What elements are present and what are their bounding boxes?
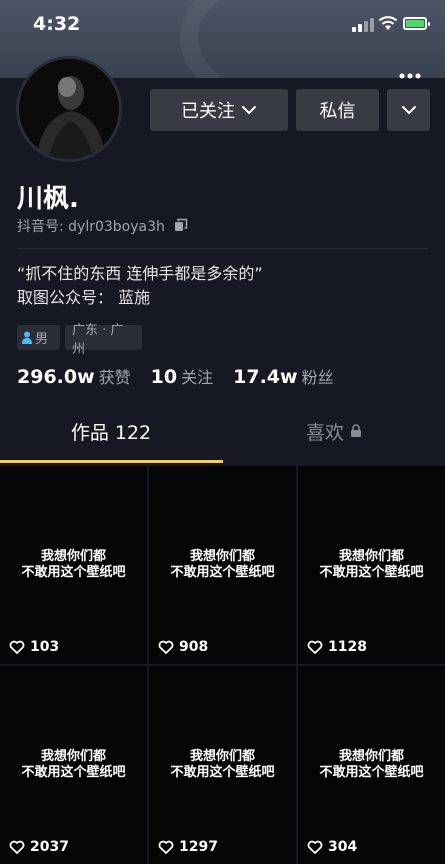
status-bar: 4:32 [0,0,445,48]
avatar-photo-icon [19,59,119,159]
tab-likes[interactable]: 喜欢 [223,418,445,464]
heart-icon [158,840,174,854]
video-like-count: 2037 [9,838,69,856]
video-thumbnail[interactable]: 我想你们都 不敢用这个壁纸吧 908 [149,466,296,664]
lock-icon [351,424,361,437]
chevron-down-icon [401,106,416,115]
followers-label[interactable]: 粉丝 [302,364,334,388]
gender-tag: 男 [17,325,60,350]
heart-icon [9,840,25,854]
video-like-count: 1297 [158,838,218,856]
divider [17,248,428,249]
location-label: 广东 · 广州 [72,322,124,357]
heart-icon [9,640,25,654]
video-thumbnail[interactable]: 我想你们都 不敢用这个壁纸吧 2037 [0,666,147,864]
bio: “抓不住的东西 连伸手都是多余的” 取图公众号： 蓝施 [17,262,263,310]
following-count[interactable]: 10 [151,366,177,388]
following-button[interactable]: 已关注 [150,89,288,131]
gender-label: 男 [35,332,49,347]
tab-active-indicator [0,460,223,463]
tab-works[interactable]: 作品 122 [0,418,222,464]
followers-count[interactable]: 17.4w [233,366,297,388]
nickname: 川枫. [17,184,79,214]
male-person-icon [22,331,32,344]
stats-row: 296.0w 获赞 10 关注 17.4w 粉丝 [17,364,354,390]
avatar[interactable] [16,56,122,162]
heart-icon [307,840,323,854]
battery-icon [403,17,430,30]
douyin-id: 抖音号: dylr03boya3h [17,219,165,235]
message-button[interactable]: 私信 [296,89,379,131]
cellular-signal-icon [352,18,374,32]
bio-line: 取图公众号： 蓝施 [17,288,151,307]
video-thumbnail[interactable]: 我想你们都 不敢用这个壁纸吧 103 [0,466,147,664]
following-button-label: 已关注 [181,101,235,122]
video-like-count: 103 [9,638,59,656]
video-like-count: 1128 [307,638,367,656]
video-like-count: 908 [158,638,208,656]
location-tag: 广东 · 广州 [65,323,142,357]
chevron-down-icon [242,106,256,115]
video-caption: 我想你们都 不敢用这个壁纸吧 [21,749,126,780]
status-time: 4:32 [33,13,81,35]
following-label[interactable]: 关注 [181,364,213,388]
heart-icon [307,640,323,654]
likes-label: 获赞 [98,368,131,387]
video-grid: 我想你们都 不敢用这个壁纸吧 103 我想你们都 不敢用这个壁纸吧 908 我想你们… [0,464,445,864]
wifi-icon [378,16,398,30]
recommend-dropdown-button[interactable] [387,89,430,131]
more-dots-icon[interactable] [398,66,422,86]
video-thumbnail[interactable]: 我想你们都 不敢用这个壁纸吧 1297 [149,666,296,864]
video-caption: 我想你们都 不敢用这个壁纸吧 [170,749,275,780]
video-caption: 我想你们都 不敢用这个壁纸吧 [170,549,275,580]
message-button-label: 私信 [319,101,356,122]
tab-likes-label: 喜欢 [305,422,344,444]
video-like-count: 304 [307,838,357,856]
likes-count: 296.0w [17,366,95,388]
heart-icon [158,640,174,654]
video-thumbnail[interactable]: 我想你们都 不敢用这个壁纸吧 304 [298,666,445,864]
video-caption: 我想你们都 不敢用这个壁纸吧 [21,549,126,580]
copy-icon[interactable] [174,218,188,232]
video-caption: 我想你们都 不敢用这个壁纸吧 [319,749,424,780]
video-thumbnail[interactable]: 我想你们都 不敢用这个壁纸吧 1128 [298,466,445,664]
bio-line: “抓不住的东西 连伸手都是多余的” [17,264,263,283]
video-caption: 我想你们都 不敢用这个壁纸吧 [319,549,424,580]
tab-works-label: 作品 122 [70,422,152,444]
